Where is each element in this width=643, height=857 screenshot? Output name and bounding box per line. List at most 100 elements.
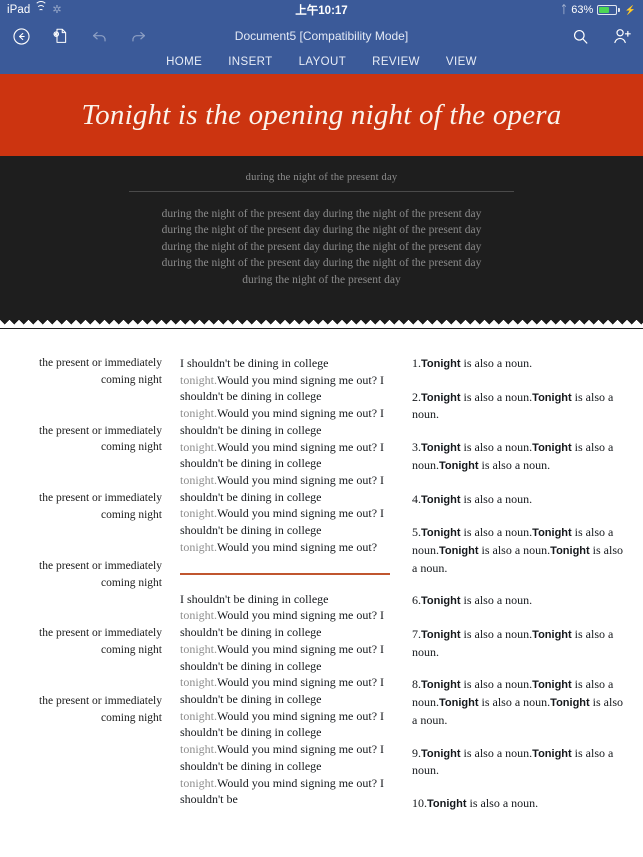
paragraph-one: I shouldn't be dining in college tonight… — [180, 355, 390, 555]
three-column-body: the present or immediately coming night t… — [0, 329, 643, 829]
list-item-text: is also a noun. — [460, 491, 533, 506]
column-right-numbered-list[interactable]: 1.Tonight is also a noun. 2.Tonight is al… — [404, 355, 629, 829]
tonight-word-bold: Tonight — [421, 358, 461, 371]
tonight-word: tonight. — [180, 675, 218, 690]
status-bar-clock: 上午10:17 — [295, 5, 348, 17]
tonight-word: tonight. — [180, 608, 218, 623]
document-banner: Tonight is the opening night of the oper… — [0, 74, 643, 156]
redo-button[interactable] — [127, 25, 149, 47]
tonight-word: tonight. — [180, 372, 218, 387]
left-column-block: the present or immediately coming night — [39, 492, 162, 522]
document-canvas[interactable]: Tonight is the opening night of the oper… — [0, 74, 643, 829]
ios-status-bar: iPad ✲ 上午10:17 ᛏ 63% ⚡ — [0, 0, 643, 20]
list-item-number: 7. — [412, 627, 421, 642]
status-bar-right: ᛏ 63% ⚡ — [561, 4, 636, 16]
tab-layout[interactable]: LAYOUT — [299, 56, 347, 68]
ribbon-tabs: HOME INSERT LAYOUT REVIEW VIEW — [0, 52, 643, 74]
list-item-text: is also a noun. — [460, 356, 533, 371]
list-item: 2.Tonight is also a noun.Tonight is also… — [412, 389, 629, 423]
document-dark-block: during the night of the present day duri… — [0, 156, 643, 330]
torn-edge-decoration — [0, 317, 643, 329]
body-text-run: I shouldn't be dining in college — [180, 356, 329, 371]
tab-view[interactable]: VIEW — [446, 56, 477, 68]
tonight-word-bold: Tonight — [421, 679, 461, 692]
tab-insert[interactable]: INSERT — [228, 56, 272, 68]
left-column-block: the present or immediately coming night — [39, 559, 162, 589]
toolbar-left-group — [10, 25, 149, 47]
tonight-word-bold: Tonight — [427, 797, 467, 810]
tonight-word-bold: Tonight — [421, 629, 461, 642]
bluetooth-icon: ᛏ — [560, 4, 568, 16]
status-bar-left: iPad ✲ — [7, 1, 62, 16]
tonight-word-bold: Tonight — [532, 527, 572, 540]
list-item-text: is also a noun. — [460, 677, 533, 692]
list-item-text: is also a noun. — [460, 389, 533, 404]
device-name: iPad — [7, 4, 31, 16]
wifi-icon — [34, 1, 48, 15]
battery-percent-label: 63% — [571, 4, 594, 16]
body-text-run: I shouldn't be dining in college — [180, 591, 329, 606]
column-left[interactable]: the present or immediately coming night t… — [14, 355, 172, 761]
tonight-word-bold: Tonight — [439, 459, 479, 472]
search-icon[interactable] — [569, 25, 591, 47]
tonight-word-bold: Tonight — [550, 544, 590, 557]
tonight-word-bold: Tonight — [421, 391, 461, 404]
battery-icon — [597, 5, 620, 15]
list-item: 7.Tonight is also a noun.Tonight is also… — [412, 626, 629, 660]
tonight-word-bold: Tonight — [532, 442, 572, 455]
sync-spinner-icon: ✲ — [52, 3, 62, 16]
tonight-word-bold: Tonight — [532, 391, 572, 404]
file-document-button[interactable] — [49, 25, 71, 47]
add-person-icon[interactable] — [611, 25, 633, 47]
dark-block-subtitle: during the night of the present day — [245, 172, 398, 183]
list-item: 9.Tonight is also a noun.Tonight is also… — [412, 745, 629, 779]
list-item-number: 5. — [412, 525, 421, 540]
list-item: 10.Tonight is also a noun. — [412, 795, 629, 813]
tonight-word: tonight. — [180, 539, 218, 554]
list-item-text: is also a noun. — [478, 457, 551, 472]
list-item: 3.Tonight is also a noun.Tonight is also… — [412, 439, 629, 474]
tonight-word-bold: Tonight — [421, 442, 461, 455]
paragraph-divider — [180, 573, 390, 575]
dark-block-body: during the night of the present day duri… — [161, 208, 482, 286]
left-column-block: the present or immediately coming night — [39, 357, 162, 386]
list-item-number: 1. — [412, 356, 421, 371]
tonight-word: tonight. — [180, 708, 218, 723]
list-item: 6.Tonight is also a noun. — [412, 592, 629, 610]
list-item-number: 6. — [412, 593, 421, 608]
tonight-word-bold: Tonight — [532, 679, 572, 692]
tonight-word-bold: Tonight — [532, 629, 572, 642]
tab-review[interactable]: REVIEW — [372, 56, 420, 68]
left-column-block: the present or immediately coming night — [39, 695, 162, 724]
list-item-number: 4. — [412, 491, 421, 506]
list-item: 8.Tonight is also a noun.Tonight is also… — [412, 676, 629, 728]
tonight-word-bold: Tonight — [421, 595, 461, 608]
tonight-word-bold: Tonight — [439, 544, 479, 557]
app-root: iPad ✲ 上午10:17 ᛏ 63% ⚡ Document5 [Compat… — [0, 0, 643, 857]
document-heading: Tonight is the opening night of the oper… — [81, 98, 562, 131]
tab-home[interactable]: HOME — [166, 56, 202, 68]
list-item-text: is also a noun. — [478, 695, 551, 710]
column-middle[interactable]: I shouldn't be dining in college tonight… — [172, 355, 404, 808]
tonight-word: tonight. — [180, 641, 218, 656]
back-button[interactable] — [10, 25, 32, 47]
list-item-number: 8. — [412, 677, 421, 692]
tonight-word: tonight. — [180, 439, 218, 454]
list-item: 5.Tonight is also a noun.Tonight is also… — [412, 524, 629, 576]
lightning-bolt-icon: ⚡ — [624, 4, 636, 15]
tonight-word-bold: Tonight — [532, 747, 572, 760]
tonight-word: tonight. — [180, 406, 218, 421]
undo-button[interactable] — [88, 25, 110, 47]
list-item-text: is also a noun. — [460, 627, 533, 642]
list-item-number: 9. — [412, 745, 421, 760]
tonight-word-bold: Tonight — [421, 747, 461, 760]
tonight-word-bold: Tonight — [421, 493, 461, 506]
tonight-word: tonight. — [180, 742, 218, 757]
list-item-text: is also a noun. — [466, 795, 539, 810]
list-item-text: is also a noun. — [460, 593, 533, 608]
tonight-word: tonight. — [180, 472, 218, 487]
list-item-number: 10. — [412, 795, 427, 810]
list-item-text: is also a noun. — [460, 440, 533, 455]
tonight-word-bold: Tonight — [550, 697, 590, 710]
list-item-number: 2. — [412, 389, 421, 404]
